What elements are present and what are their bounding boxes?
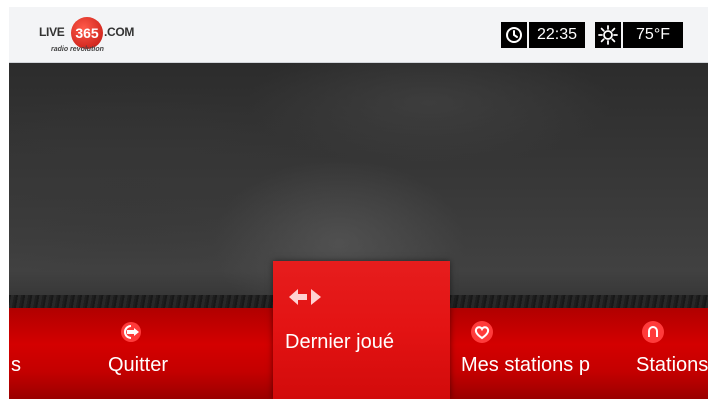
logo-com-text: .COM <box>104 25 135 39</box>
menu-item-label: s <box>11 354 21 376</box>
menu-item-label: Quitter <box>108 354 169 376</box>
live365-logo: LIVE 365 .COM radio revolution <box>29 16 169 56</box>
sun-icon <box>595 22 621 48</box>
menu-item-quitter[interactable]: Quitter <box>104 308 254 399</box>
weather-widget: 75°F <box>595 22 683 48</box>
logo-number-badge: 365 <box>71 17 103 49</box>
menu-item-label: Stations <box>636 354 708 376</box>
menu-item-dernier-joue[interactable]: Dernier joué <box>273 261 450 399</box>
header-bar: LIVE 365 .COM radio revolution 22:35 75°… <box>9 7 708 63</box>
station-icon <box>641 320 665 344</box>
heart-icon <box>470 320 494 344</box>
back-forward-icon <box>287 287 329 307</box>
logo-tagline: radio revolution <box>51 46 104 53</box>
menu-item-mes-stations[interactable]: Mes stations p <box>460 308 630 399</box>
clock-widget: 22:35 <box>501 22 586 48</box>
menu-item-stations[interactable]: Stations <box>636 308 708 399</box>
clock-time: 22:35 <box>529 22 586 48</box>
menu-item-label: Dernier joué <box>285 331 394 353</box>
menu-item-partial[interactable]: s <box>9 308 69 399</box>
clock-icon <box>501 22 527 48</box>
menu-item-label: Mes stations p <box>461 354 590 376</box>
weather-temperature: 75°F <box>623 22 683 48</box>
exit-icon <box>120 320 144 344</box>
logo-live-text: LIVE <box>39 25 65 39</box>
tv-screen: LIVE 365 .COM radio revolution 22:35 75°… <box>9 7 708 399</box>
